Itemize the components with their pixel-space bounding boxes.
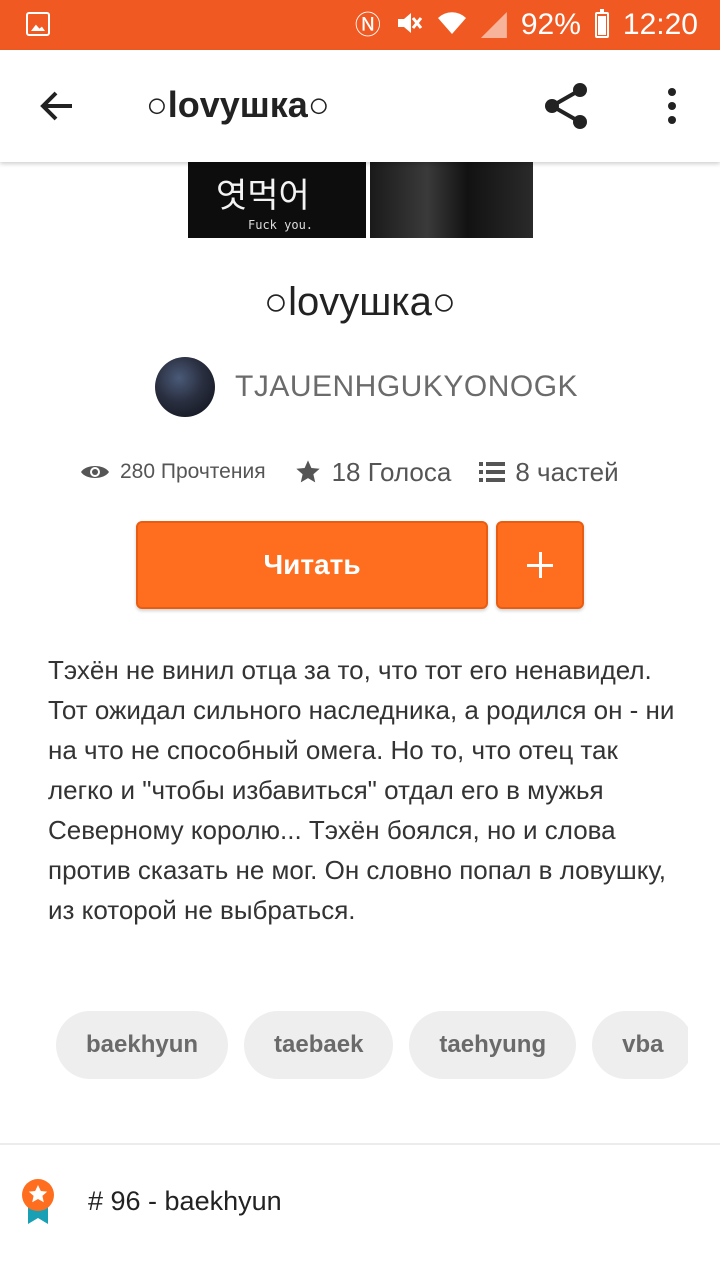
story-description: Тэхён не винил отца за то, что тот его н… — [48, 655, 675, 925]
votes-stat: 18 Голоса — [294, 456, 452, 488]
read-button[interactable]: Читать — [136, 521, 488, 609]
avatar[interactable] — [155, 357, 215, 417]
cover-korean-text: 엿먹어 — [216, 176, 310, 216]
reads-count: 280 Прочтения — [120, 460, 266, 483]
cover-subtitle: Fuck you. — [248, 218, 314, 232]
tag-taebaek[interactable]: taebaek — [244, 1011, 394, 1079]
cover-left-panel: 엿먹어 Fuck you. — [188, 162, 366, 238]
status-icons: Ⓝ 92% 12:20 — [355, 0, 698, 50]
status-bar: Ⓝ 92% 12:20 — [0, 0, 720, 50]
reads-stat: 280 Прочтения — [80, 460, 266, 484]
tag-baekhyun[interactable]: baekhyun — [56, 1011, 229, 1079]
toolbar: ○lovушка○ — [0, 50, 720, 162]
parts-stat: 8 частей — [479, 456, 619, 488]
cover-right-panel — [370, 162, 533, 238]
ranking-badge-icon — [20, 1178, 56, 1226]
gallery-icon — [26, 12, 50, 36]
battery-icon — [594, 9, 609, 38]
list-icon — [479, 460, 506, 484]
eye-icon — [80, 462, 110, 482]
signal-icon — [480, 12, 507, 38]
tag-taehyung[interactable]: taehyung — [409, 1011, 577, 1079]
divider — [0, 1143, 720, 1145]
ranking-text: # 96 - baekhyun — [88, 1186, 282, 1216]
story-title: ○lovушка○ — [263, 280, 457, 324]
author[interactable]: TJAUENHGUKYONOGK — [155, 357, 578, 417]
back-arrow-icon[interactable] — [36, 86, 76, 126]
share-icon[interactable] — [540, 80, 592, 132]
star-icon — [294, 458, 322, 486]
wifi-icon — [437, 10, 467, 40]
parts-count: 8 частей — [515, 456, 619, 487]
author-name[interactable]: TJAUENHGUKYONOGK — [235, 370, 578, 404]
more-options-icon[interactable] — [660, 86, 684, 126]
ranking-row[interactable]: # 96 - baekhyun — [0, 1170, 720, 1240]
story-cover[interactable]: 엿먹어 Fuck you. — [188, 162, 533, 238]
clock: 12:20 — [622, 8, 698, 41]
battery-percent: 92% — [520, 8, 581, 41]
toolbar-title: ○lovушка○ — [146, 84, 330, 125]
tag-list: baekhyun taebaek taehyung vba — [56, 1011, 688, 1079]
mute-icon — [395, 10, 423, 40]
tag-vba[interactable]: vba — [592, 1011, 688, 1079]
story-stats: 280 Прочтения 18 Голоса 8 частей — [80, 452, 660, 492]
n-icon: Ⓝ — [354, 10, 381, 40]
votes-count: 18 Голоса — [331, 456, 452, 487]
add-to-library-button[interactable] — [496, 521, 584, 609]
